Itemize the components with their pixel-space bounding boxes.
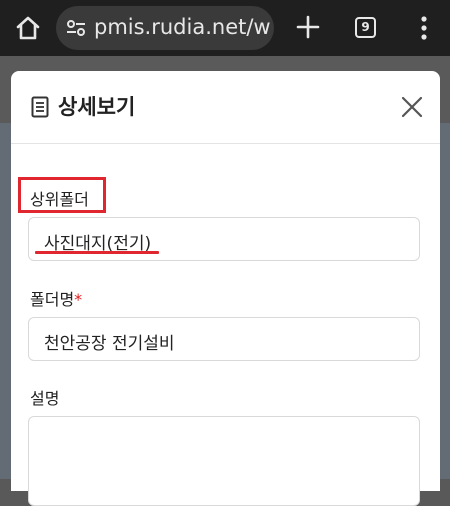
- url-text[interactable]: pmis.rudia.net/w: [94, 15, 271, 39]
- detail-modal: 상세보기 상위폴더 사진대지(전기) 폴더명* 천안공장 전기설비 설명: [11, 71, 440, 506]
- description-label: 설명: [30, 389, 60, 408]
- folder-name-label: 폴더명*: [30, 286, 82, 310]
- more-menu-icon[interactable]: [414, 14, 434, 42]
- site-settings-icon[interactable]: [66, 18, 86, 38]
- document-icon: [31, 96, 49, 118]
- annotation-underline: [35, 251, 159, 254]
- new-tab-icon[interactable]: [293, 12, 323, 42]
- modal-header: 상세보기: [11, 71, 440, 144]
- close-icon[interactable]: [400, 95, 424, 119]
- tab-switcher-button[interactable]: 9: [355, 17, 376, 38]
- browser-toolbar: pmis.rudia.net/w 9: [0, 0, 450, 56]
- home-icon[interactable]: [14, 14, 42, 42]
- annotation-highlight-box: [18, 177, 106, 213]
- folder-name-value: 천안공장 전기설비: [44, 334, 175, 354]
- description-textarea[interactable]: [28, 416, 420, 506]
- folder-name-label-text: 폴더명: [30, 290, 75, 309]
- address-bar[interactable]: pmis.rudia.net/w: [56, 6, 274, 50]
- parent-folder-field[interactable]: 사진대지(전기): [28, 217, 420, 261]
- folder-name-field[interactable]: 천안공장 전기설비: [28, 317, 420, 361]
- required-mark: *: [74, 290, 83, 309]
- modal-title: 상세보기: [58, 95, 136, 119]
